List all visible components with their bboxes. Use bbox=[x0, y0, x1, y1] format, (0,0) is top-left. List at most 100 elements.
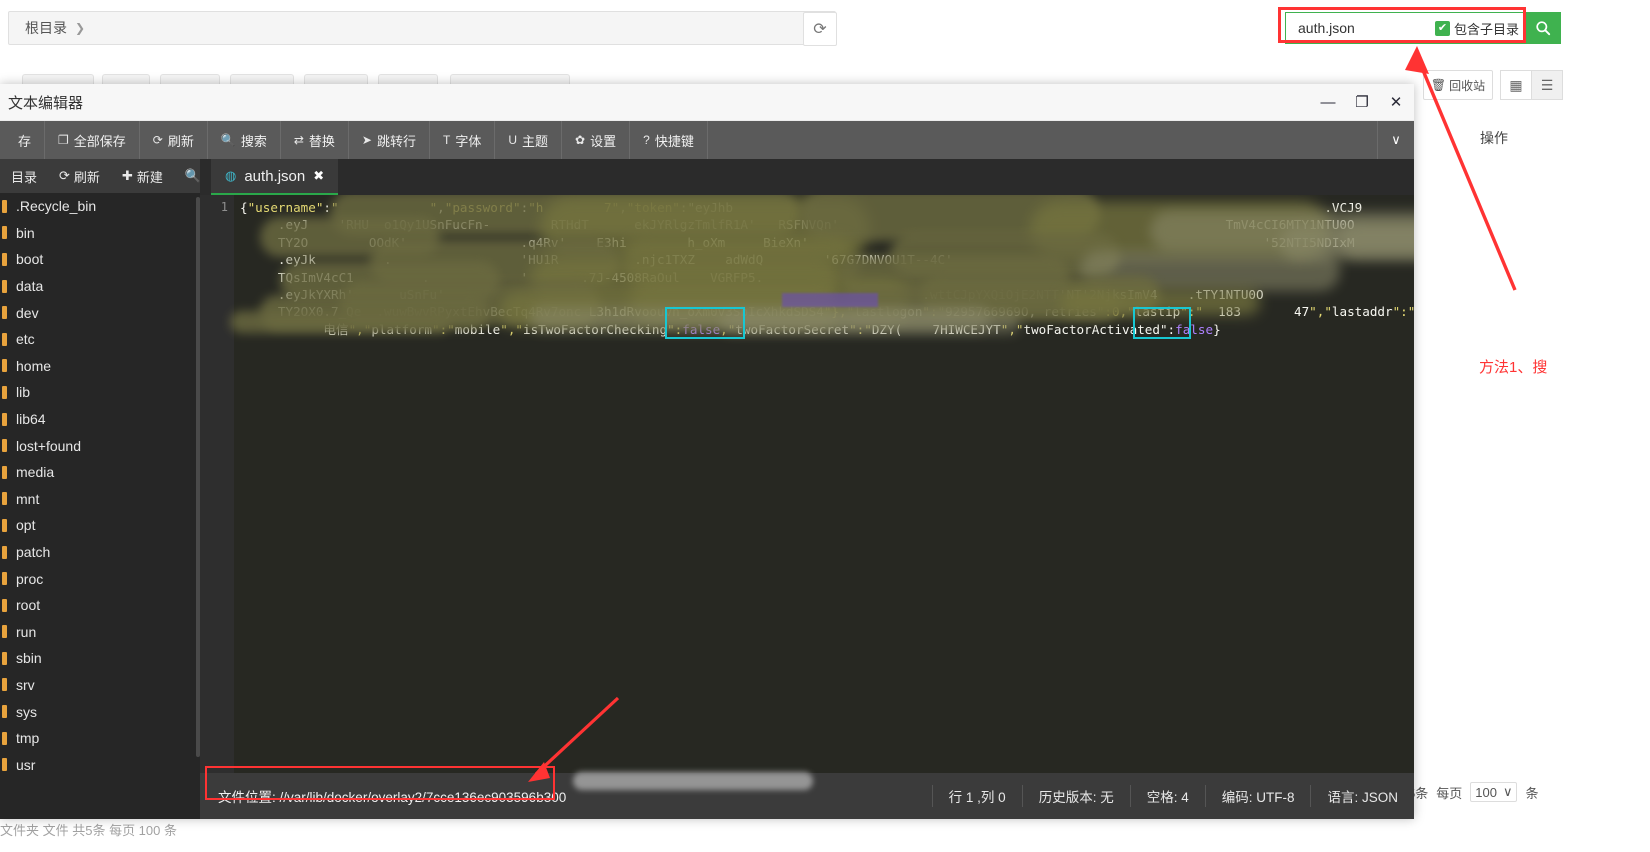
search-icon bbox=[1536, 21, 1551, 36]
file-tree-item[interactable]: sys bbox=[0, 698, 200, 725]
file-tree-item-label: proc bbox=[16, 570, 44, 587]
tab-close-icon[interactable]: ✖ bbox=[313, 168, 324, 184]
sidebar-button-new[interactable]: ✚ 新建 bbox=[111, 167, 174, 186]
file-tree-item-label: boot bbox=[16, 251, 44, 268]
code-line: {"username":" ","password":"h 7","token"… bbox=[240, 200, 1363, 215]
refresh-icon: ⟳ bbox=[59, 168, 70, 183]
file-tree-item[interactable]: srv bbox=[0, 672, 200, 699]
file-tree-item[interactable]: patch bbox=[0, 539, 200, 566]
folder-icon bbox=[2, 306, 7, 320]
toolbar-label-settings: 设置 bbox=[590, 133, 617, 149]
file-tree-item[interactable]: root bbox=[0, 592, 200, 619]
file-tree-item[interactable]: tmp bbox=[0, 725, 200, 752]
sidebar-button-directory[interactable]: 目录 bbox=[0, 167, 48, 186]
window-controls[interactable]: — ❐ ✕ bbox=[1320, 84, 1404, 121]
file-tree-item[interactable]: opt bbox=[0, 512, 200, 539]
save-all-icon: ❐ bbox=[58, 133, 69, 147]
toolbar-expand-button[interactable]: ∨ bbox=[1377, 121, 1414, 159]
code-content[interactable]: {"username":" ","password":"h 7","token"… bbox=[240, 199, 1414, 773]
window-title: 文本编辑器 bbox=[8, 94, 84, 112]
include-subdirectories-checkbox[interactable]: ✔ 包含子目录 bbox=[1434, 19, 1519, 38]
file-tree-item[interactable]: etc bbox=[0, 326, 200, 353]
file-tree-item[interactable]: media bbox=[0, 459, 200, 486]
sidebar-toolbar[interactable]: 目录 ⟳ 刷新 ✚ 新建 🔍 搜索 bbox=[0, 159, 231, 193]
file-tree-item[interactable]: lib64 bbox=[0, 406, 200, 433]
file-tree-item[interactable]: home bbox=[0, 353, 200, 380]
file-tree-item-label: opt bbox=[16, 517, 36, 534]
tab-auth-json[interactable]: ◍ auth.json ✖ bbox=[211, 159, 339, 195]
grid-view-button[interactable]: ▦ bbox=[1500, 70, 1532, 100]
file-tree-item[interactable]: mnt bbox=[0, 486, 200, 513]
toolbar-item-theme[interactable]: U 主题 bbox=[495, 121, 563, 159]
file-tree-item[interactable]: bin bbox=[0, 220, 200, 247]
code-editor-area[interactable]: 1 {"username":" ","password":"h 7","toke… bbox=[200, 195, 1414, 773]
toolbar-label-shortcuts: 快捷键 bbox=[654, 133, 694, 149]
folder-icon bbox=[2, 226, 7, 240]
status-history: 历史版本: 无 bbox=[1021, 785, 1130, 807]
tab-label: auth.json bbox=[244, 167, 306, 185]
search-bar[interactable]: ✔ 包含子目录 bbox=[1285, 12, 1561, 44]
recycle-bin-label: 回收站 bbox=[1449, 78, 1486, 93]
recycle-bin-button[interactable]: 🗑 回收站 bbox=[1423, 70, 1493, 100]
editor-tabstrip[interactable]: ◍ auth.json ✖ bbox=[200, 159, 1414, 195]
theme-icon: U bbox=[508, 133, 518, 147]
file-tree-item[interactable]: lib bbox=[0, 379, 200, 406]
file-tree-item[interactable]: boot bbox=[0, 246, 200, 273]
status-line-column: 行 1 ,列 0 bbox=[931, 785, 1022, 807]
editor-toolbar[interactable]: 存 ❐ 全部保存 ⟳ 刷新 🔍 搜索 ⇄ 替换 ➤ 跳转行 T 字体 U 主题 bbox=[0, 121, 1414, 159]
column-header-action: 操作 bbox=[1480, 130, 1508, 146]
minimize-icon[interactable]: — bbox=[1320, 95, 1336, 111]
search-input[interactable] bbox=[1296, 19, 1429, 37]
file-tree-item-label: lost+found bbox=[16, 437, 81, 454]
toolbar-item-font[interactable]: T 字体 bbox=[430, 121, 496, 159]
file-tree-item[interactable]: run bbox=[0, 619, 200, 646]
refresh-icon: ⟳ bbox=[813, 21, 827, 38]
checkbox-checked-icon[interactable]: ✔ bbox=[1434, 20, 1450, 36]
toolbar-item-replace[interactable]: ⇄ 替换 bbox=[281, 121, 349, 159]
breadcrumb-root[interactable]: 根目录 bbox=[25, 18, 67, 38]
toolbar-item-save[interactable]: 存 bbox=[0, 121, 46, 159]
file-tree-item-label: .Recycle_bin bbox=[16, 198, 97, 215]
toolbar-label-refresh: 刷新 bbox=[167, 133, 194, 149]
text-editor-window[interactable]: 文本编辑器 — ❐ ✕ 存 ❐ 全部保存 ⟳ 刷新 🔍 搜索 ⇄ 替换 ➤ 跳转… bbox=[0, 84, 1414, 819]
annotation-method1-text: 方法1、搜 bbox=[1479, 359, 1548, 376]
file-tree-sidebar[interactable]: 目录 ⟳ 刷新 ✚ 新建 🔍 搜索 .Recycle_binbin boot dat… bbox=[0, 159, 231, 819]
search-button[interactable] bbox=[1525, 12, 1561, 44]
file-tree-item[interactable]: data bbox=[0, 273, 200, 300]
toolbar-item-settings[interactable]: ✿ 设置 bbox=[562, 121, 631, 159]
breadcrumb[interactable]: 根目录 ❯ bbox=[8, 11, 836, 45]
toolbar-item-refresh[interactable]: ⟳ 刷新 bbox=[140, 121, 208, 159]
toolbar-item-save-all[interactable]: ❐ 全部保存 bbox=[45, 121, 140, 159]
file-tree-item[interactable]: dev bbox=[0, 299, 200, 326]
folder-icon bbox=[2, 572, 7, 586]
file-tree-item[interactable]: .Recycle_bin bbox=[0, 193, 200, 220]
toolbar-item-goto-line[interactable]: ➤ 跳转行 bbox=[349, 121, 430, 159]
editor-body: 目录 ⟳ 刷新 ✚ 新建 🔍 搜索 .Recycle_binbin boot dat… bbox=[0, 159, 1414, 819]
folder-icon bbox=[2, 678, 7, 692]
file-tree-item[interactable]: proc bbox=[0, 565, 200, 592]
file-tree-item[interactable]: usr bbox=[0, 751, 200, 778]
line-number-gutter: 1 bbox=[200, 195, 234, 773]
folder-icon bbox=[2, 385, 7, 399]
file-tree-item-label: usr bbox=[16, 756, 36, 773]
toolbar-item-shortcuts[interactable]: ? 快捷键 bbox=[630, 121, 708, 159]
per-page-select[interactable]: 100 ∨ bbox=[1470, 782, 1518, 802]
window-titlebar[interactable]: 文本编辑器 — ❐ ✕ bbox=[0, 84, 1414, 121]
file-tree-item[interactable]: lost+found bbox=[0, 432, 200, 459]
refresh-icon: ⟳ bbox=[152, 133, 163, 147]
folder-icon bbox=[2, 252, 7, 266]
help-icon: ? bbox=[643, 133, 650, 147]
file-tree-item-label: data bbox=[16, 278, 44, 295]
refresh-button[interactable]: ⟳ bbox=[803, 12, 837, 46]
sidebar-button-refresh[interactable]: ⟳ 刷新 bbox=[48, 167, 111, 186]
search-field[interactable]: ✔ 包含子目录 bbox=[1285, 12, 1525, 44]
gear-icon: ✿ bbox=[575, 133, 586, 147]
file-tree-item[interactable]: sbin bbox=[0, 645, 200, 672]
list-view-button[interactable]: ☰ bbox=[1531, 70, 1563, 100]
file-tree-list[interactable]: .Recycle_binbin boot data dev etc home lib lib6… bbox=[0, 193, 200, 819]
maximize-icon[interactable]: ❐ bbox=[1354, 95, 1370, 111]
close-icon[interactable]: ✕ bbox=[1388, 95, 1404, 111]
toolbar-item-search[interactable]: 🔍 搜索 bbox=[208, 121, 281, 159]
file-tree-item-label: bin bbox=[16, 224, 35, 241]
folder-icon bbox=[2, 279, 7, 293]
